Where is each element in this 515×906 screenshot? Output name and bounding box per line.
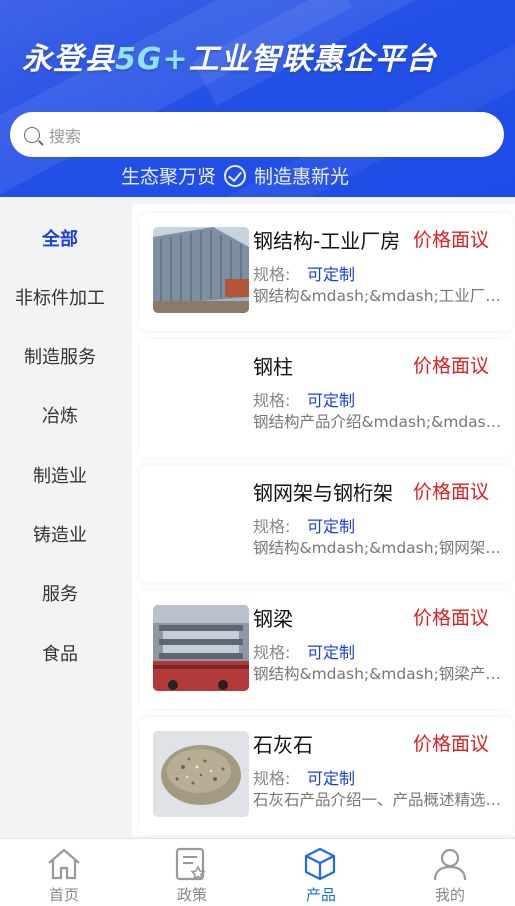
product-image-placeholder [153,353,249,439]
title-highlight: 5G+ [115,42,189,77]
product-description: 石灰石产品介绍一、产品概述精选优质 [253,791,511,809]
product-name: 钢柱 [253,355,293,379]
tab-label: 我的 [434,886,465,904]
product-description: 钢结构&mdash;&mdash;钢网架与钢桁架 [253,539,511,557]
search-bar[interactable]: 搜索 [10,112,504,157]
product-description: 钢结构&mdash;&mdash;工业厂房产品介绍 [253,287,511,305]
search-icon [24,126,40,143]
category-item[interactable]: 制造业 [0,462,120,488]
product-card[interactable]: 钢网架与钢桁架 价格面议 规格: 可定制 钢结构&mdash;&mdash;钢网… [139,465,513,583]
product-name: 钢结构-工业厂房 [253,229,401,253]
product-price: 价格面议 [412,229,489,251]
tab-label: 产品 [305,886,336,904]
product-image-beam [153,605,249,691]
product-card[interactable]: 石灰石 价格面议 规格: 可定制 石灰石产品介绍一、产品概述精选优质 [139,717,513,835]
cube-icon [304,847,336,881]
policy-icon [175,847,206,881]
tab-label: 首页 [48,886,79,904]
tab-mine[interactable]: 我的 [386,839,514,906]
spec-value: 可定制 [307,769,356,788]
category-item[interactable]: 服务 [0,580,120,606]
check-circle-icon [224,164,246,187]
tab-label: 政策 [176,886,207,904]
product-description: 钢结构产品介绍&mdash;&mdash;钢柱产品 [253,413,511,431]
slogan-left: 生态聚万贤 [120,166,216,188]
product-card[interactable]: 钢梁 价格面议 规格: 可定制 钢结构&mdash;&mdash;钢梁产品介绍 [139,591,513,709]
product-price: 价格面议 [412,733,489,755]
spec-label: 规格: [253,643,291,662]
product-name: 钢梁 [253,607,293,631]
tab-home[interactable]: 首页 [0,839,128,906]
spec-label: 规格: [253,769,291,788]
product-image-limestone [153,731,249,817]
slogan-right: 制造惠新光 [254,166,350,188]
app-title: 永登县5G+工业智联惠企平台 [22,34,437,78]
product-price: 价格面议 [412,607,489,629]
slogan: 生态聚万贤 制造惠新光 [0,162,470,189]
spec-value: 可定制 [307,517,356,536]
spec-label: 规格: [253,517,291,536]
tab-policy[interactable]: 政策 [128,839,256,906]
home-icon [48,848,80,880]
product-price: 价格面议 [412,481,489,503]
title-part: 工业智联惠企平台 [188,42,437,77]
category-item[interactable]: 铸造业 [0,521,120,547]
spec-value: 可定制 [307,265,356,284]
product-card[interactable]: 钢柱 价格面议 规格: 可定制 钢结构产品介绍&mdash;&mdash;钢柱产… [139,339,513,457]
tab-products[interactable]: 产品 [257,839,385,906]
product-price: 价格面议 [412,355,489,377]
category-item[interactable]: 冶炼 [0,402,120,428]
app-header: 永登县5G+工业智联惠企平台 搜索 生态聚万贤 制造惠新光 [0,0,515,197]
title-part: 永登县 [22,42,115,77]
category-item[interactable]: 全部 [0,225,120,251]
product-image-placeholder [153,479,249,565]
spec-label: 规格: [253,265,291,284]
product-name: 石灰石 [253,733,313,757]
product-name: 钢网架与钢桁架 [253,481,393,505]
user-icon [433,848,467,881]
spec-value: 可定制 [307,391,356,410]
category-item[interactable]: 制造服务 [0,343,120,369]
category-item[interactable]: 非标件加工 [0,284,120,310]
product-card[interactable]: 钢结构-工业厂房 价格面议 规格: 可定制 钢结构&mdash;&mdash;工… [139,213,513,331]
spec-label: 规格: [253,391,291,410]
bottom-tab-bar: 首页 政策 产品 我的 [0,838,515,906]
search-placeholder: 搜索 [49,126,82,146]
category-item[interactable]: 食品 [0,640,120,666]
product-image-building [153,227,249,313]
product-list: 钢结构-工业厂房 价格面议 规格: 可定制 钢结构&mdash;&mdash;工… [132,204,515,836]
category-sidebar: 全部 非标件加工 制造服务 冶炼 制造业 铸造业 服务 食品 [0,204,132,836]
spec-value: 可定制 [307,643,356,662]
product-description: 钢结构&mdash;&mdash;钢梁产品介绍 [253,665,511,683]
